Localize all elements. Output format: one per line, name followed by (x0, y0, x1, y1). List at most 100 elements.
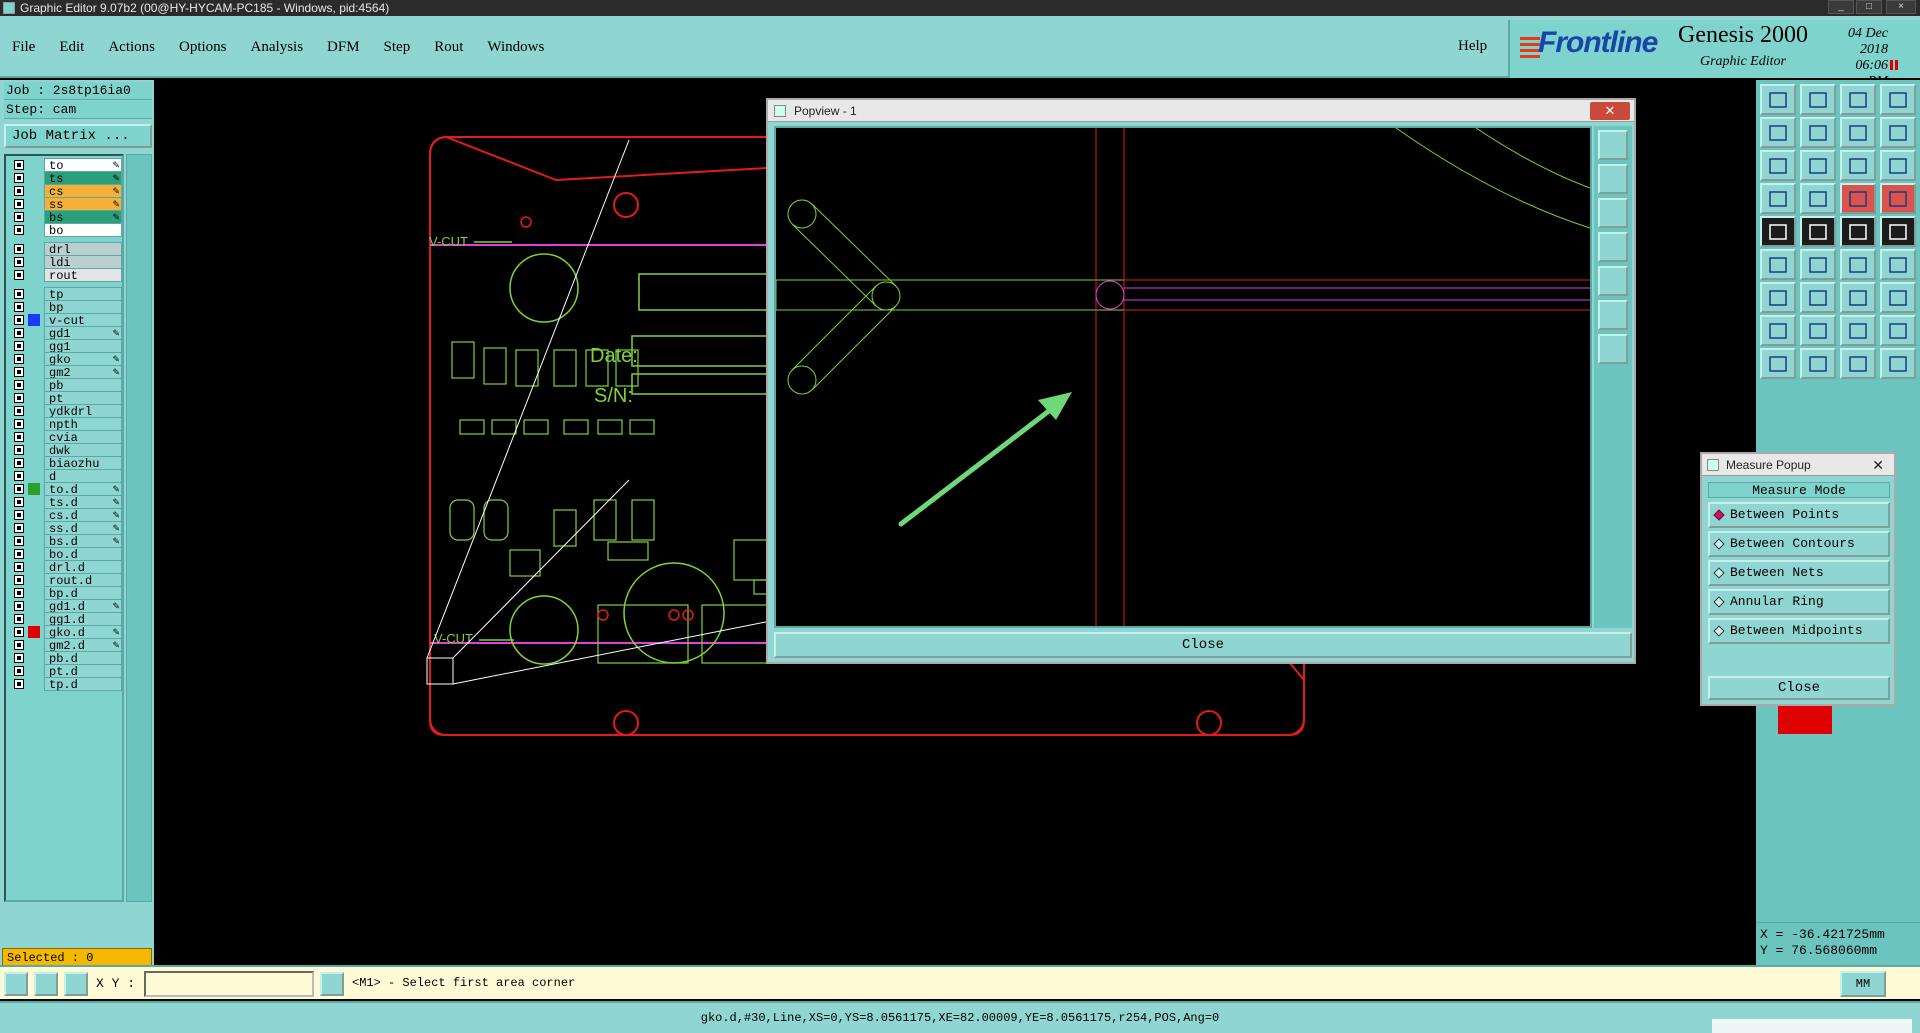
layer-name[interactable]: gm2.d (44, 638, 122, 653)
scale-icon[interactable] (1840, 150, 1876, 181)
measure-option-between-points[interactable]: Between Points (1708, 502, 1890, 528)
layer-checkbox[interactable] (14, 328, 24, 338)
layer-checkbox[interactable] (14, 315, 24, 325)
layer-color-swatch[interactable] (28, 269, 40, 281)
layer-row-rout-d[interactable]: rout.d (8, 573, 122, 588)
layer-checkbox[interactable] (14, 562, 24, 572)
layer-row-cs[interactable]: cs ✎ (8, 184, 122, 199)
layer-color-swatch[interactable] (28, 600, 40, 612)
layer-color-swatch[interactable] (28, 509, 40, 521)
layer-checkbox[interactable] (14, 458, 24, 468)
layer-color-swatch[interactable] (28, 256, 40, 268)
layer-color-swatch[interactable] (28, 301, 40, 313)
layer-checkbox[interactable] (14, 536, 24, 546)
import-icon[interactable] (1760, 117, 1796, 148)
layer-checkbox[interactable] (14, 484, 24, 494)
layer-color-swatch[interactable] (28, 288, 40, 300)
measure-option-between-midpoints[interactable]: Between Midpoints (1708, 618, 1890, 644)
layer-row-bs-d[interactable]: bs.d ✎ (8, 534, 122, 549)
layer-color-swatch[interactable] (28, 405, 40, 417)
layer-name[interactable]: ss (44, 197, 122, 212)
layer-row-gd1[interactable]: gd1 ✎ (8, 326, 122, 341)
angle-icon[interactable] (34, 972, 58, 996)
popview-canvas[interactable] (774, 126, 1592, 628)
layer-color-swatch[interactable] (28, 185, 40, 197)
menu-dfm[interactable]: DFM (323, 37, 364, 58)
mirror-icon[interactable] (1800, 315, 1836, 346)
layer-row-drl-d[interactable]: drl.d (8, 560, 122, 575)
layer-color-swatch[interactable] (28, 314, 40, 326)
layer-row-gg1[interactable]: gg1 (8, 339, 122, 354)
drill-icon[interactable] (1880, 315, 1916, 346)
layer-name[interactable]: pb.d (44, 651, 122, 666)
layer-row-gko[interactable]: gko ✎ (8, 352, 122, 367)
snap-icon[interactable] (1880, 282, 1916, 313)
layer-name[interactable]: ldi (44, 255, 122, 270)
layer-row-bo[interactable]: bo (8, 223, 122, 238)
layer-name[interactable]: tp.d (44, 677, 122, 692)
layer-name[interactable]: ss.d (44, 521, 122, 536)
layer-checkbox[interactable] (14, 270, 24, 280)
dark-region-icon[interactable] (1800, 216, 1836, 247)
layer-checkbox[interactable] (14, 666, 24, 676)
layer-name[interactable]: gko.d (44, 625, 122, 640)
layer-checkbox[interactable] (14, 510, 24, 520)
layer-color-swatch[interactable] (28, 366, 40, 378)
help-icon[interactable] (1880, 150, 1916, 181)
layer-row-pt[interactable]: pt (8, 391, 122, 406)
layer-row-ts-d[interactable]: ts.d ✎ (8, 495, 122, 510)
layer-color-swatch[interactable] (28, 392, 40, 404)
layer-name[interactable]: biaozhu (44, 456, 122, 471)
layer-color-swatch[interactable] (28, 496, 40, 508)
layer-name[interactable]: pb (44, 378, 122, 393)
layer-checkbox[interactable] (14, 601, 24, 611)
close-window-button[interactable]: × (1886, 0, 1916, 14)
xy-input[interactable] (144, 971, 314, 997)
layer-name[interactable]: bp.d (44, 586, 122, 601)
layer-name[interactable]: rout (44, 268, 122, 283)
measure-option-between-nets[interactable]: Between Nets (1708, 560, 1890, 586)
dark-ruler-icon[interactable] (1840, 216, 1876, 247)
layer-name[interactable]: cs.d (44, 508, 122, 523)
diagonal-icon[interactable] (1800, 282, 1836, 313)
layer-checkbox[interactable] (14, 341, 24, 351)
layer-name[interactable]: bs.d (44, 534, 122, 549)
layer-row-biaozhu[interactable]: biaozhu (8, 456, 122, 471)
flip-icon[interactable] (1880, 117, 1916, 148)
layer-row-ydkdrl[interactable]: ydkdrl (8, 404, 122, 419)
layer-checkbox[interactable] (14, 640, 24, 650)
layer-name[interactable]: drl.d (44, 560, 122, 575)
layer-checkbox[interactable] (14, 497, 24, 507)
popview-tool-up-icon[interactable] (1598, 164, 1628, 194)
layer-row-dwk[interactable]: dwk (8, 443, 122, 458)
menu-options[interactable]: Options (175, 37, 231, 58)
layer-row-bp[interactable]: bp (8, 300, 122, 315)
layer-color-swatch[interactable] (28, 678, 40, 690)
layer-color-swatch[interactable] (28, 379, 40, 391)
popview-close-button[interactable]: Close (774, 632, 1632, 658)
maximize-button[interactable]: □ (1856, 0, 1882, 14)
layer-name[interactable]: cs (44, 184, 122, 199)
menu-analysis[interactable]: Analysis (247, 37, 308, 58)
measure-icon[interactable] (1840, 183, 1876, 214)
layer-checkbox[interactable] (14, 380, 24, 390)
layer-name[interactable]: gg1 (44, 339, 122, 354)
layer-color-swatch[interactable] (28, 587, 40, 599)
layer-name[interactable]: bs (44, 210, 122, 225)
layer-row-cvia[interactable]: cvia (8, 430, 122, 445)
menu-rout[interactable]: Rout (430, 37, 467, 58)
popview-tool-right-icon[interactable] (1598, 266, 1628, 296)
dark-circle-icon[interactable] (1880, 216, 1916, 247)
layer-name[interactable]: rout.d (44, 573, 122, 588)
layer-name[interactable]: d (44, 469, 122, 484)
net-icon[interactable] (1760, 249, 1796, 280)
layer-row-ss[interactable]: ss ✎ (8, 197, 122, 212)
layer-checkbox[interactable] (14, 406, 24, 416)
popview-close-x-button[interactable]: ✕ (1590, 102, 1630, 120)
pan-icon[interactable] (1800, 150, 1836, 181)
layer-checkbox[interactable] (14, 289, 24, 299)
layer-color-swatch[interactable] (28, 535, 40, 547)
layer-row-cs-d[interactable]: cs.d ✎ (8, 508, 122, 523)
layer-row-ss-d[interactable]: ss.d ✎ (8, 521, 122, 536)
menu-windows[interactable]: Windows (483, 37, 548, 58)
